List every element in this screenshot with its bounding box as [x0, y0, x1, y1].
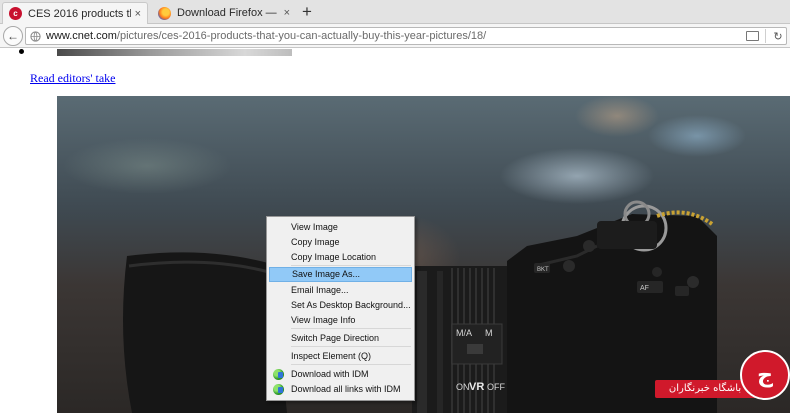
tab-strip: c CES 2016 products that yo... × Downloa…	[0, 0, 790, 24]
menu-item-label: Download all links with IDM	[291, 384, 401, 394]
reader-view-icon[interactable]	[746, 31, 759, 41]
svg-text:AF: AF	[640, 285, 649, 292]
tab-title: CES 2016 products that yo...	[28, 7, 131, 20]
context-menu: View Image Copy Image Copy Image Locatio…	[266, 216, 415, 401]
url-host: www.cnet.com	[46, 30, 117, 42]
menu-separator	[291, 346, 411, 347]
new-tab-button[interactable]: +	[298, 3, 316, 21]
svg-text:OFF: OFF	[487, 382, 505, 392]
tab-title: Download Firefox — Free ...	[177, 7, 280, 19]
svg-text:VR: VR	[469, 381, 484, 393]
watermark: باشگاه خبرنگاران ج	[655, 350, 790, 413]
svg-text:ON: ON	[456, 382, 470, 392]
url-separator	[765, 29, 766, 43]
previous-image-strip	[57, 49, 292, 56]
svg-text:M: M	[485, 328, 493, 338]
menu-item-download-all-links-with-idm[interactable]: Download all links with IDM	[269, 382, 412, 397]
menu-item-view-image-info[interactable]: View Image Info	[269, 313, 412, 328]
site-info-icon[interactable]	[30, 30, 41, 42]
menu-item-copy-image[interactable]: Copy Image	[269, 235, 412, 250]
cnet-favicon-icon: c	[9, 7, 22, 20]
menu-item-inspect-element[interactable]: Inspect Element (Q)	[269, 349, 412, 364]
menu-item-set-desktop-background[interactable]: Set As Desktop Background...	[269, 298, 412, 313]
menu-item-download-with-idm[interactable]: Download with IDM	[269, 367, 412, 382]
back-arrow-icon: ←	[7, 29, 19, 43]
navigation-bar: ← www.cnet.com/pictures/ces-2016-product…	[0, 24, 790, 48]
reload-icon[interactable]: ↻	[772, 30, 784, 43]
read-editors-take-link[interactable]: Read editors' take	[30, 71, 115, 86]
watermark-text: باشگاه خبرنگاران	[655, 380, 755, 398]
firefox-favicon-icon	[158, 6, 171, 20]
svg-text:M/A: M/A	[456, 328, 472, 338]
back-button[interactable]: ←	[3, 26, 23, 46]
menu-separator	[291, 328, 411, 329]
watermark-logo-glyph: ج	[757, 362, 773, 388]
menu-item-switch-page-direction[interactable]: Switch Page Direction	[269, 331, 412, 346]
close-tab-icon[interactable]: ×	[135, 8, 141, 20]
url-path: /pictures/ces-2016-products-that-you-can…	[116, 30, 487, 42]
close-tab-icon[interactable]: ×	[284, 7, 290, 19]
tab-cnet[interactable]: c CES 2016 products that yo... ×	[2, 2, 148, 24]
svg-text:BKT: BKT	[537, 267, 549, 273]
menu-item-save-image-as[interactable]: Save Image As...	[269, 267, 412, 282]
idm-icon	[273, 384, 284, 395]
menu-item-label: Download with IDM	[291, 369, 369, 379]
idm-icon	[273, 369, 284, 380]
watermark-logo-icon: ج	[740, 350, 790, 400]
menu-item-copy-image-location[interactable]: Copy Image Location	[269, 250, 412, 265]
menu-separator	[291, 265, 411, 266]
browser-window: c CES 2016 products that yo... × Downloa…	[0, 0, 790, 413]
url-bar[interactable]: www.cnet.com/pictures/ces-2016-products-…	[25, 27, 787, 45]
menu-separator	[291, 364, 411, 365]
menu-item-email-image[interactable]: Email Image...	[269, 283, 412, 298]
tab-firefox[interactable]: Download Firefox — Free ... ×	[152, 2, 296, 24]
list-bullet	[19, 49, 24, 54]
menu-item-view-image[interactable]: View Image	[269, 220, 412, 235]
